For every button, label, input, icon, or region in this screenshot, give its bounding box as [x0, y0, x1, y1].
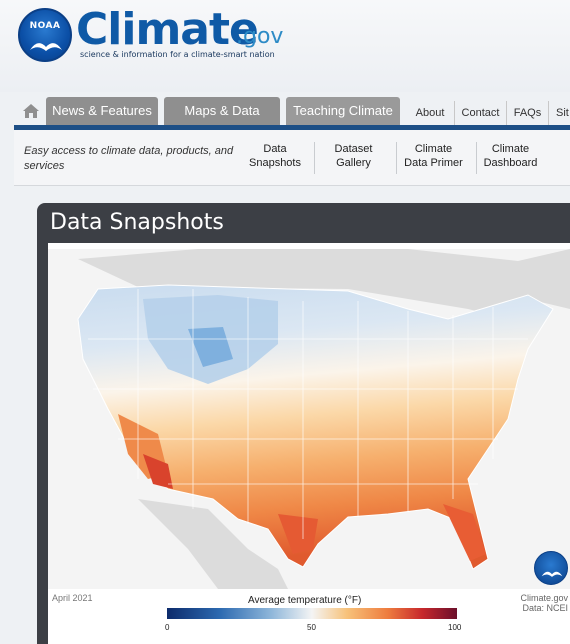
noaa-logo[interactable]: NOAA — [18, 8, 72, 62]
tab-maps-data[interactable]: Maps & Data — [164, 97, 280, 125]
legend-title: Average temperature (°F) — [248, 595, 362, 606]
link-climate-data-primer[interactable]: Climate Data Primer — [396, 142, 470, 174]
link-dataset-gallery-line2: Gallery — [336, 157, 371, 169]
link-climate-dashboard-line1: Climate — [491, 143, 530, 155]
panel-title: Data Snapshots — [50, 210, 224, 235]
seagull-icon — [30, 43, 62, 51]
temperature-map[interactable]: April 2021 Average temperature (°F) Clim… — [48, 243, 570, 644]
data-subnav: Easy access to climate data, products, a… — [14, 130, 570, 186]
map-date: April 2021 — [52, 593, 93, 603]
map-credit: Climate.gov Data: NCEI — [520, 593, 568, 613]
temperature-color-scale — [167, 608, 457, 619]
link-climate-dashboard[interactable]: Climate Dashboard — [476, 142, 544, 174]
noaa-logo-text: NOAA — [29, 21, 61, 31]
credit-site: Climate.gov — [520, 593, 568, 603]
site-tagline: science & information for a climate-smar… — [80, 50, 275, 59]
site-brand-tld: .gov — [236, 24, 284, 49]
legend-tick: 100 — [448, 623, 462, 632]
credit-data-source: Data: NCEI — [522, 603, 568, 613]
home-icon — [23, 104, 39, 118]
link-data-snapshots-line2: Snapshots — [249, 157, 301, 169]
site-brand[interactable]: Climate — [76, 6, 259, 54]
data-snapshots-panel: Data Snapshots April 2021 Average temper… — [37, 203, 570, 644]
nav-faqs[interactable]: FAQs — [506, 101, 548, 125]
main-nav: News & Features Maps & Data Teaching Cli… — [18, 97, 570, 125]
legend-tick: 50 — [307, 623, 316, 632]
home-tab[interactable] — [18, 97, 44, 125]
nav-sitemap[interactable]: Sit — [548, 101, 570, 125]
link-climate-data-primer-line2: Data Primer — [404, 157, 463, 169]
tab-teaching-climate[interactable]: Teaching Climate — [286, 97, 400, 125]
noaa-badge — [534, 551, 568, 585]
link-data-snapshots[interactable]: Data Snapshots — [242, 142, 308, 174]
nav-contact[interactable]: Contact — [454, 101, 506, 125]
link-dataset-gallery-line1: Dataset — [334, 143, 373, 155]
us-temperature-map-image — [48, 249, 570, 589]
link-climate-dashboard-line2: Dashboard — [483, 157, 538, 169]
link-climate-data-primer-line1: Climate — [414, 143, 453, 155]
nav-about[interactable]: About — [406, 101, 454, 125]
seagull-icon — [541, 571, 563, 577]
link-data-snapshots-line1: Data — [263, 143, 287, 155]
site-header: NOAA Climate .gov science & information … — [0, 0, 570, 92]
legend-tick: 0 — [165, 623, 170, 632]
tab-news-features[interactable]: News & Features — [46, 97, 158, 125]
link-dataset-gallery[interactable]: Dataset Gallery — [314, 142, 392, 174]
subnav-tagline: Easy access to climate data, products, a… — [24, 145, 234, 172]
